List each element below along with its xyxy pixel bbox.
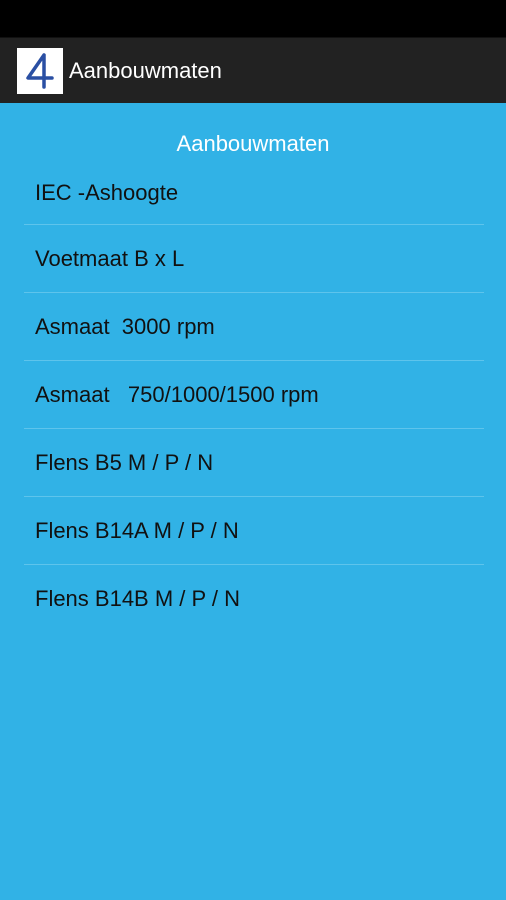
status-bar [0, 0, 506, 37]
list-item-flens-b14b[interactable]: Flens B14B M / P / N [24, 565, 484, 633]
list-item-iec-ashoogte[interactable]: IEC -Ashoogte [24, 161, 484, 225]
list-item-asmaat-3000[interactable]: Asmaat 3000 rpm [24, 293, 484, 361]
app-screen: Aanbouwmaten Aanbouwmaten IEC -Ashoogte … [0, 0, 506, 900]
app-title: Aanbouwmaten [69, 57, 222, 83]
number-4-icon[interactable] [17, 47, 63, 94]
list-item-flens-b5[interactable]: Flens B5 M / P / N [24, 429, 484, 497]
list-item-asmaat-750-1500[interactable]: Asmaat 750/1000/1500 rpm [24, 361, 484, 429]
list-item-voetmaat[interactable]: Voetmaat B x L [24, 225, 484, 293]
list-item-flens-b14a[interactable]: Flens B14A M / P / N [24, 497, 484, 565]
section-title: Aanbouwmaten [176, 131, 330, 156]
action-bar: Aanbouwmaten [0, 37, 506, 103]
main-content: Aanbouwmaten IEC -Ashoogte Voetmaat B x … [0, 103, 506, 633]
menu-list: IEC -Ashoogte Voetmaat B x L Asmaat 3000… [24, 161, 484, 633]
